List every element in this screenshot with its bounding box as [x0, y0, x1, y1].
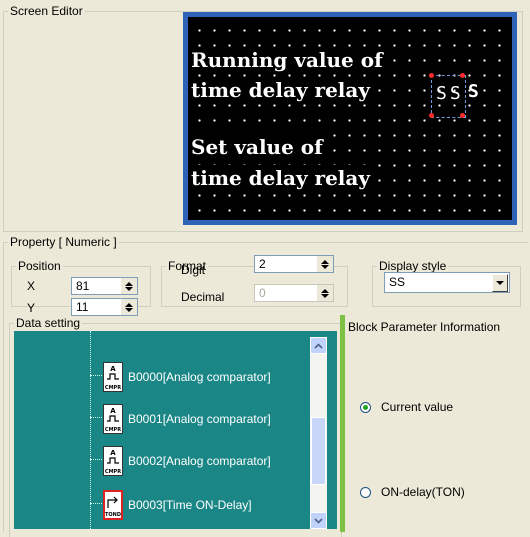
- y-position-spinner[interactable]: [121, 299, 137, 315]
- tree-scrollbar[interactable]: [310, 337, 327, 529]
- y-position-value: 11: [76, 300, 89, 314]
- tree-item-label: B0000[Analog comparator]: [128, 370, 271, 384]
- resize-handle-top-right[interactable]: [460, 73, 465, 78]
- scroll-thumb[interactable]: [311, 417, 326, 485]
- display-style-value: SS: [389, 275, 406, 289]
- digit-input[interactable]: 2: [254, 255, 334, 273]
- scroll-down-button[interactable]: [310, 512, 327, 529]
- lcd-screen-frame: Running value of time delay relay Set va…: [183, 12, 517, 225]
- x-position-spinner[interactable]: [121, 278, 137, 294]
- x-position-value: 81: [76, 279, 90, 293]
- lcd-line-1: Running value of: [191, 47, 385, 73]
- tree-item-label: B0002[Analog comparator]: [128, 454, 271, 468]
- analog-comparator-icon: A CMPR: [103, 362, 123, 392]
- tree-item-b0003[interactable]: TOND B0003[Time ON-Delay]: [103, 489, 252, 521]
- display-style-legend: Display style: [379, 259, 447, 273]
- tree-item-b0002[interactable]: A CMPR B0002[Analog comparator]: [103, 445, 271, 477]
- svg-text:A: A: [110, 407, 116, 415]
- x-label: X: [27, 279, 36, 293]
- data-setting-tree[interactable]: A CMPR B0000[Analog comparator] A CMPR B…: [14, 331, 337, 529]
- decimal-value: 0: [259, 286, 266, 300]
- time-on-delay-icon: TOND: [103, 490, 123, 520]
- resize-handle-top-left[interactable]: [429, 73, 434, 78]
- svg-text:A: A: [110, 449, 116, 457]
- numeric-field-suffix: S: [468, 81, 479, 102]
- scroll-up-button[interactable]: [310, 337, 327, 354]
- tree-branch-line: [90, 459, 102, 460]
- display-style-select[interactable]: SS: [384, 272, 510, 293]
- digit-value: 2: [259, 257, 266, 271]
- tree-branch-line: [90, 375, 102, 376]
- analog-comparator-icon: A CMPR: [103, 446, 123, 476]
- decimal-label: Decimal: [181, 290, 225, 304]
- svg-text:A: A: [110, 365, 116, 373]
- svg-text:TOND: TOND: [105, 512, 121, 518]
- on-delay-radio[interactable]: [360, 487, 371, 498]
- y-position-input[interactable]: 11: [71, 298, 138, 316]
- splitter-bar[interactable]: [340, 315, 345, 532]
- data-setting-legend: Data setting: [16, 316, 81, 330]
- svg-text:CMPR: CMPR: [105, 469, 121, 475]
- screen-editor-legend: Screen Editor: [10, 4, 83, 18]
- position-legend: Position: [18, 259, 61, 273]
- block-param-title: Block Parameter Information: [348, 320, 501, 334]
- tree-branch-line: [90, 503, 102, 504]
- analog-comparator-icon: A CMPR: [103, 404, 123, 434]
- digit-label: Digit: [181, 263, 206, 277]
- tree-item-label: B0001[Analog comparator]: [128, 412, 271, 426]
- decimal-spinner[interactable]: [317, 285, 333, 301]
- tree-item-b0000[interactable]: A CMPR B0000[Analog comparator]: [103, 361, 271, 393]
- lcd-screen[interactable]: Running value of time delay relay Set va…: [188, 17, 512, 220]
- resize-handle-bottom-left[interactable]: [429, 113, 434, 118]
- svg-text:CMPR: CMPR: [105, 427, 121, 433]
- decimal-input[interactable]: 0: [254, 284, 334, 302]
- lcd-line-3: Set value of: [191, 134, 325, 160]
- numeric-field-value: SS: [436, 83, 464, 104]
- current-value-label: Current value: [381, 400, 454, 414]
- on-delay-label: ON-delay(TON): [381, 485, 465, 499]
- property-legend: Property [ Numeric ]: [10, 235, 117, 249]
- y-label: Y: [27, 301, 36, 315]
- tree-branch-line: [90, 417, 102, 418]
- lcd-line-4: time delay relay: [191, 165, 372, 191]
- tree-item-b0001[interactable]: A CMPR B0001[Analog comparator]: [103, 403, 271, 435]
- x-position-input[interactable]: 81: [71, 277, 138, 295]
- svg-text:CMPR: CMPR: [105, 385, 121, 391]
- tree-item-label: B0003[Time ON-Delay]: [128, 498, 252, 512]
- resize-handle-bottom-right[interactable]: [460, 113, 465, 118]
- lcd-line-2: time delay relay: [191, 77, 372, 103]
- tree-connector-line: [90, 331, 91, 529]
- digit-spinner[interactable]: [317, 256, 333, 272]
- current-value-radio[interactable]: [360, 402, 371, 413]
- selected-numeric-field[interactable]: SS: [431, 75, 466, 118]
- chevron-down-icon[interactable]: [492, 274, 508, 292]
